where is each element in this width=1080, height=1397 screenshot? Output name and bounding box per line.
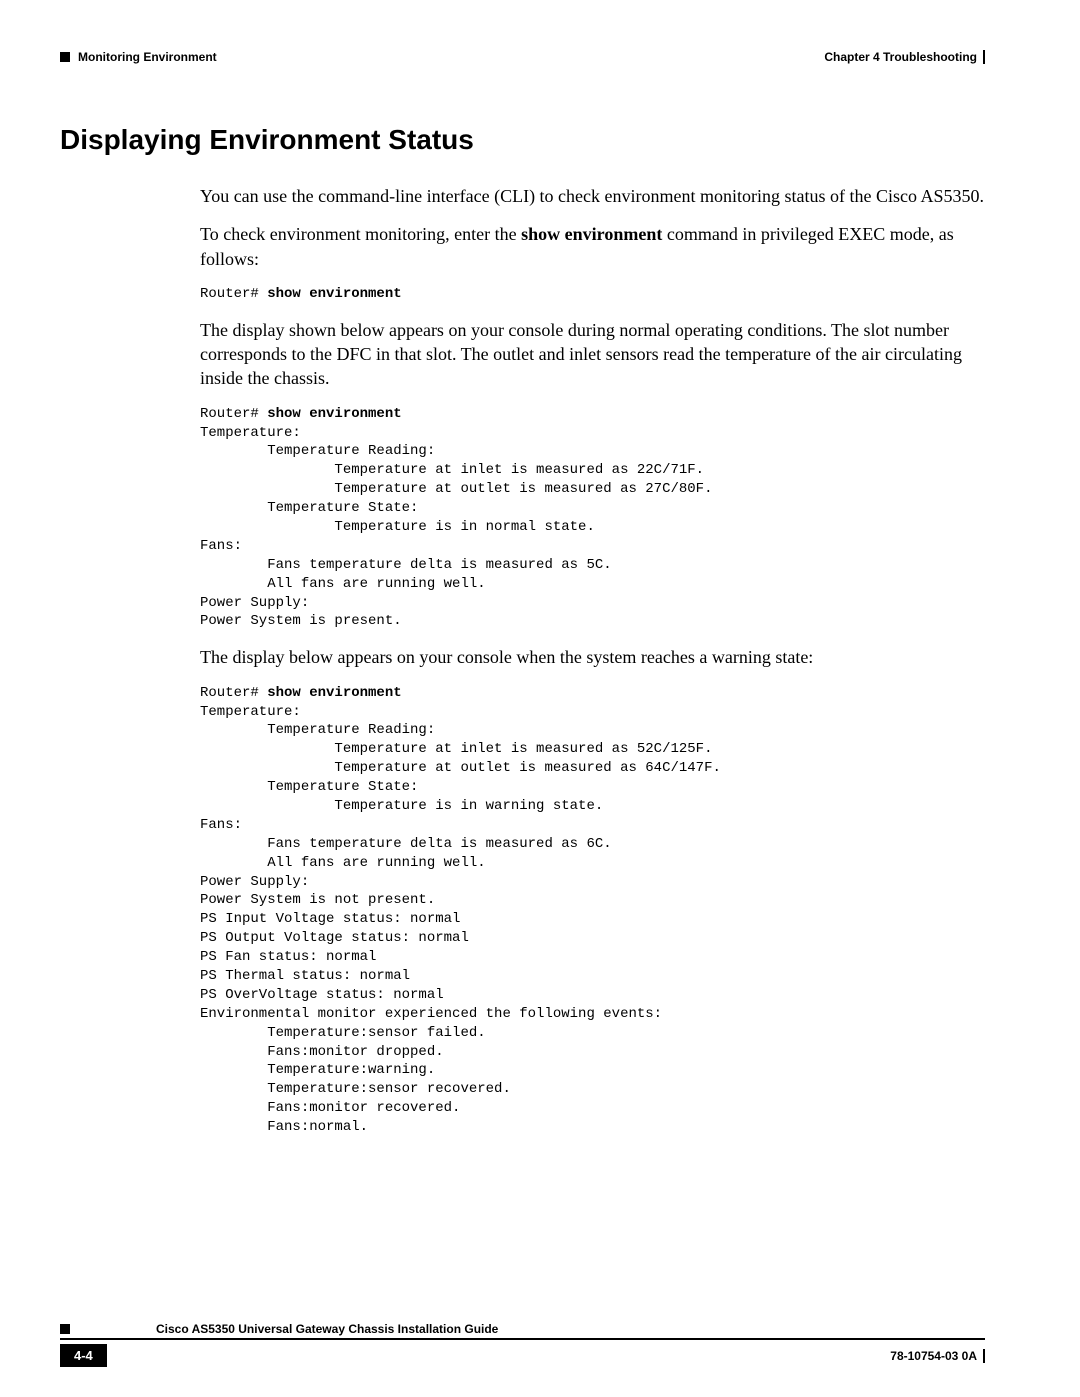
square-icon — [60, 1324, 70, 1334]
paragraph-3: The display below appears on your consol… — [200, 645, 985, 669]
footer-bottom: 4-4 78-10754-03 0A — [60, 1344, 985, 1367]
code3-cmd: show environment — [267, 685, 401, 701]
code-block-2: Router# show environment Temperature: Te… — [200, 405, 985, 632]
page-header: Monitoring Environment Chapter 4 Trouble… — [60, 50, 985, 64]
doc-id: 78-10754-03 0A — [890, 1349, 985, 1363]
paragraph-2: The display shown below appears on your … — [200, 318, 985, 391]
header-section: Monitoring Environment — [78, 50, 217, 64]
page: Monitoring Environment Chapter 4 Trouble… — [0, 0, 1080, 1397]
vertical-bar-icon — [983, 1349, 985, 1363]
code1-prompt: Router# — [200, 286, 267, 302]
page-title: Displaying Environment Status — [60, 124, 985, 156]
code3-body: Temperature: Temperature Reading: Temper… — [200, 704, 721, 1136]
code2-cmd: show environment — [267, 406, 401, 422]
code1-cmd: show environment — [267, 286, 401, 302]
square-icon — [60, 52, 70, 62]
vertical-bar-icon — [983, 50, 985, 64]
code3-prompt: Router# — [200, 685, 267, 701]
code-block-1: Router# show environment — [200, 285, 985, 304]
doc-id-text: 78-10754-03 0A — [890, 1349, 977, 1363]
header-right: Chapter 4 Troubleshooting — [824, 50, 985, 64]
header-chapter: Chapter 4 Troubleshooting — [824, 50, 977, 64]
p1b-cmd: show environment — [521, 224, 662, 244]
code-block-3: Router# show environment Temperature: Te… — [200, 684, 985, 1137]
footer-rule: Cisco AS5350 Universal Gateway Chassis I… — [60, 1322, 985, 1340]
intro-paragraph-1: You can use the command-line interface (… — [200, 184, 985, 208]
page-footer: Cisco AS5350 Universal Gateway Chassis I… — [60, 1322, 985, 1367]
p1b-pre: To check environment monitoring, enter t… — [200, 224, 521, 244]
page-number: 4-4 — [60, 1344, 107, 1367]
footer-guide-title: Cisco AS5350 Universal Gateway Chassis I… — [156, 1322, 498, 1336]
code2-body: Temperature: Temperature Reading: Temper… — [200, 425, 712, 630]
code2-prompt: Router# — [200, 406, 267, 422]
header-left: Monitoring Environment — [60, 50, 217, 64]
intro-paragraph-2: To check environment monitoring, enter t… — [200, 222, 985, 271]
